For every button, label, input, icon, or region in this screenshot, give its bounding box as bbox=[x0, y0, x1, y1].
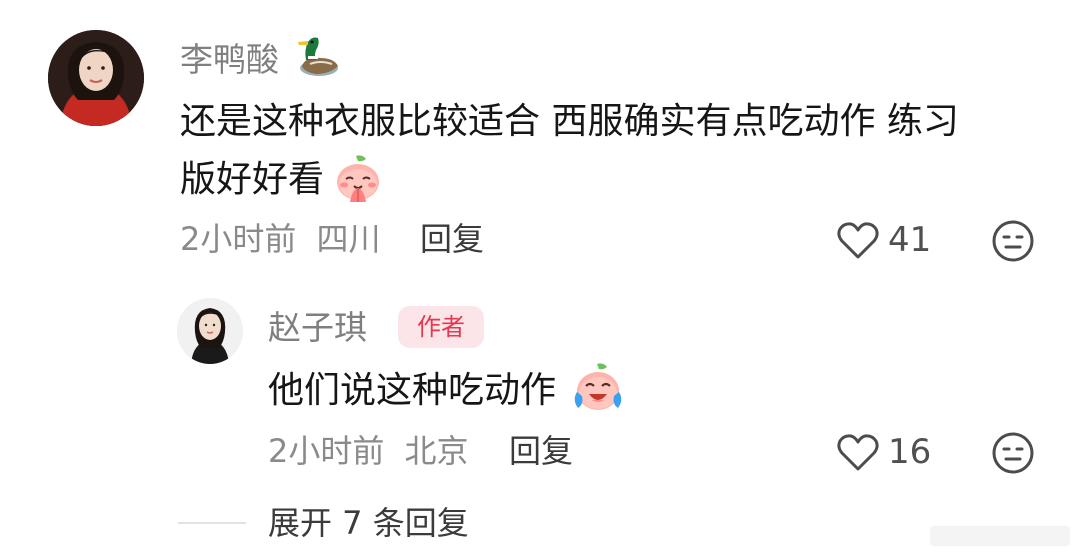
comment-thread: 李鸭酸 还是这种衣服比较适合 西服确实有点吃动作 练习 版好好看 2小时前 四川… bbox=[0, 0, 1080, 560]
dislike-face-icon[interactable] bbox=[991, 219, 1035, 263]
author-badge: 作者 bbox=[398, 306, 484, 348]
comment-text-line2: 版好好看 bbox=[180, 159, 325, 200]
comment-meta: 2小时前 四川 bbox=[180, 219, 381, 259]
avatar[interactable] bbox=[177, 298, 243, 364]
peach-pray-emoji-icon bbox=[332, 152, 384, 204]
heart-icon[interactable] bbox=[836, 220, 880, 260]
watermark-logo bbox=[926, 518, 1076, 554]
comment-location: 四川 bbox=[316, 220, 381, 258]
dislike-face-icon[interactable] bbox=[991, 431, 1035, 475]
reply-button[interactable]: 回复 bbox=[420, 219, 484, 259]
comment-username[interactable]: 李鸭酸 bbox=[180, 40, 279, 80]
avatar[interactable] bbox=[48, 30, 144, 126]
duck-emoji-icon bbox=[294, 30, 344, 80]
comment-text-line1: 还是这种衣服比较适合 西服确实有点吃动作 练习 bbox=[180, 101, 959, 142]
peach-crying-laughing-emoji-icon bbox=[570, 360, 626, 416]
like-count: 16 bbox=[888, 432, 932, 472]
reply-time: 2小时前 bbox=[268, 432, 385, 470]
divider bbox=[178, 522, 246, 524]
like-button[interactable]: 41 bbox=[836, 218, 931, 262]
expand-replies-button[interactable]: 展开 7 条回复 bbox=[268, 503, 469, 543]
reply-username[interactable]: 赵子琪 bbox=[268, 308, 367, 348]
reply-button[interactable]: 回复 bbox=[509, 431, 573, 471]
heart-icon[interactable] bbox=[836, 432, 880, 472]
comment-time: 2小时前 bbox=[180, 220, 297, 258]
like-count: 41 bbox=[888, 220, 932, 260]
reply-meta: 2小时前 北京 bbox=[268, 431, 469, 471]
like-button[interactable]: 16 bbox=[836, 430, 931, 474]
reply-location: 北京 bbox=[404, 432, 469, 470]
reply-text: 他们说这种吃动作 bbox=[268, 370, 557, 411]
